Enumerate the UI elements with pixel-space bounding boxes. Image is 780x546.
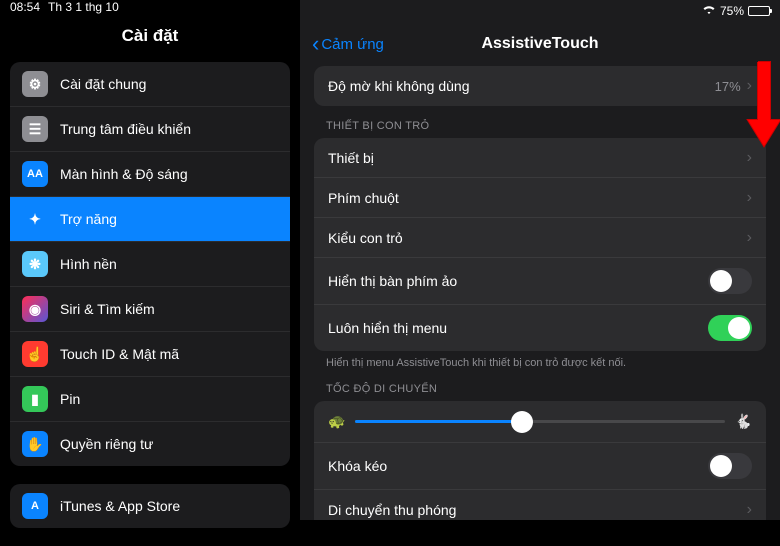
section-footer: Hiển thị menu AssistiveTouch khi thiết b… <box>314 351 766 369</box>
switches-icon: ☰ <box>22 116 48 142</box>
row-label: Phím chuột <box>328 190 747 206</box>
rabbit-icon: 🐇 <box>735 413 752 430</box>
siri-icon: ◉ <box>22 296 48 322</box>
person-icon: ✦ <box>22 206 48 232</box>
row-label: Di chuyển thu phóng <box>328 502 747 518</box>
chevron-left-icon: ‹ <box>312 33 319 55</box>
finger-icon: ☝ <box>22 341 48 367</box>
row-label: Kiểu con trỏ <box>328 230 747 246</box>
sidebar-item-label: Quyền riêng tư <box>60 436 278 452</box>
detail-pane: 75% ‹ Cảm ứng AssistiveTouch Độ mờ khi k… <box>300 0 780 520</box>
sidebar-item-AA[interactable]: AA Màn hình & Độ sáng <box>10 152 290 197</box>
row-kiểu-con-trỏ[interactable]: Kiểu con trỏ› <box>314 218 766 258</box>
battery-icon: ▮ <box>22 386 48 412</box>
row-độ-mờ-khi-không-dùng[interactable]: Độ mờ khi không dùng17% › <box>314 66 766 106</box>
sidebar-item-battery[interactable]: ▮ Pin <box>10 377 290 422</box>
chevron-right-icon: › <box>747 501 752 519</box>
chevron-right-icon: › <box>747 229 752 247</box>
sidebar-item-label: Màn hình & Độ sáng <box>60 166 278 182</box>
tracking-speed-slider[interactable]: 🐢🐇 <box>314 401 766 443</box>
flower-icon: ❋ <box>22 251 48 277</box>
AA-icon: AA <box>22 161 48 187</box>
row-luôn-hiển-thị-menu[interactable]: Luôn hiển thị menu <box>314 305 766 351</box>
A-icon: A <box>22 493 48 519</box>
sidebar-item-label: Pin <box>60 391 278 407</box>
sidebar-item-siri[interactable]: ◉ Siri & Tìm kiếm <box>10 287 290 332</box>
detail-header: ‹ Cảm ứng AssistiveTouch <box>300 22 780 66</box>
status-bar-right: 75% <box>300 0 780 22</box>
row-thiết-bị[interactable]: Thiết bị› <box>314 138 766 178</box>
section-header: THIẾT BỊ CON TRỎ <box>314 106 766 138</box>
sidebar-item-label: Hình nền <box>60 256 278 272</box>
hand-icon: ✋ <box>22 431 48 457</box>
row-value: 17% <box>715 79 741 94</box>
row-khóa-kéo[interactable]: Khóa kéo <box>314 443 766 490</box>
battery-percent: 75% <box>720 4 744 18</box>
sidebar-item-finger[interactable]: ☝ Touch ID & Mật mã <box>10 332 290 377</box>
sidebar-item-switches[interactable]: ☰ Trung tâm điều khiển <box>10 107 290 152</box>
sidebar-title: Cài đặt <box>0 14 300 62</box>
wifi-icon <box>702 4 716 18</box>
status-date: Th 3 1 thg 10 <box>48 0 119 14</box>
slider-track[interactable] <box>355 420 724 423</box>
sidebar-item-A[interactable]: AiTunes & App Store <box>10 484 290 528</box>
row-di-chuyển-thu-phóng[interactable]: Di chuyển thu phóng› <box>314 490 766 520</box>
back-button[interactable]: ‹ Cảm ứng <box>312 33 384 55</box>
status-time: 08:54 <box>10 0 40 14</box>
row-phím-chuột[interactable]: Phím chuột› <box>314 178 766 218</box>
chevron-right-icon: › <box>747 77 752 95</box>
sidebar-item-label: Cài đặt chung <box>60 76 278 92</box>
sidebar-item-gear[interactable]: ⚙ Cài đặt chung <box>10 62 290 107</box>
status-bar: 08:54 Th 3 1 thg 10 <box>0 0 300 14</box>
chevron-right-icon: › <box>747 189 752 207</box>
toggle-switch[interactable] <box>708 315 752 341</box>
row-label: Thiết bị <box>328 150 747 166</box>
sidebar-item-label: Touch ID & Mật mã <box>60 346 278 362</box>
sidebar-item-hand[interactable]: ✋ Quyền riêng tư <box>10 422 290 466</box>
sidebar-item-label: Trợ năng <box>60 211 278 227</box>
sidebar-item-flower[interactable]: ❋ Hình nền <box>10 242 290 287</box>
row-label: Độ mờ khi không dùng <box>328 78 715 94</box>
page-title: AssistiveTouch <box>481 35 598 53</box>
sidebar-item-person[interactable]: ✦ Trợ năng <box>10 197 290 242</box>
battery-icon <box>748 6 770 16</box>
back-label: Cảm ứng <box>321 36 384 53</box>
row-label: Hiển thị bàn phím ảo <box>328 273 708 289</box>
sidebar-item-label: Trung tâm điều khiển <box>60 121 278 137</box>
row-hiển-thị-bàn-phím-ảo[interactable]: Hiển thị bàn phím ảo <box>314 258 766 305</box>
sidebar-item-label: Siri & Tìm kiếm <box>60 301 278 317</box>
row-label: Luôn hiển thị menu <box>328 320 708 336</box>
chevron-right-icon: › <box>747 149 752 167</box>
section-header: TỐC ĐỘ DI CHUYỂN <box>314 369 766 401</box>
row-label: Khóa kéo <box>328 458 708 474</box>
gear-icon: ⚙ <box>22 71 48 97</box>
sidebar-item-label: iTunes & App Store <box>60 498 278 514</box>
toggle-switch[interactable] <box>708 453 752 479</box>
toggle-switch[interactable] <box>708 268 752 294</box>
settings-sidebar: 08:54 Th 3 1 thg 10 Cài đặt ⚙ Cài đặt chu… <box>0 0 300 520</box>
turtle-icon: 🐢 <box>328 413 345 430</box>
